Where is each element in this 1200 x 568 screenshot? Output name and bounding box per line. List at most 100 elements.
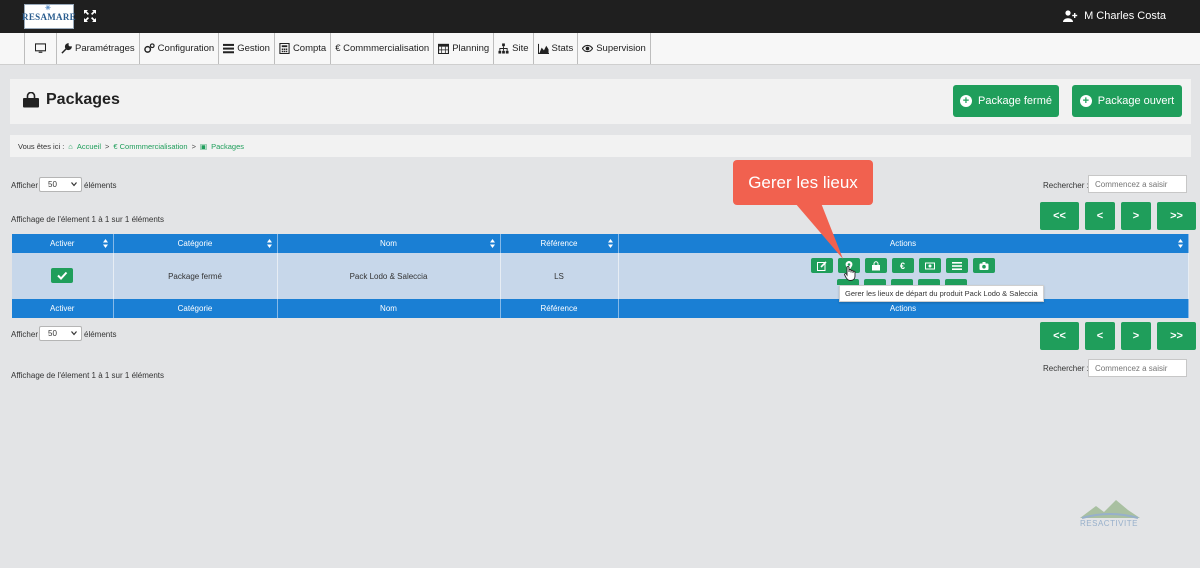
chevron-down-icon	[71, 331, 77, 336]
camera-icon	[979, 261, 988, 270]
logo-text: RESAMARE	[22, 11, 76, 22]
pricing-button[interactable]: €	[891, 258, 914, 273]
column-header-nom[interactable]: Nom	[277, 234, 501, 253]
prev-page-button[interactable]: <	[1085, 322, 1115, 350]
button-label: Package fermé	[978, 95, 1052, 107]
list-icon	[951, 261, 962, 270]
next-page-button[interactable]: >	[1121, 202, 1151, 230]
user-name: M Charles Costa	[1084, 10, 1166, 22]
menu-item-site[interactable]: Site	[494, 33, 534, 64]
breadcrumb-home[interactable]: Accueil	[77, 142, 101, 151]
column-header-actions[interactable]: Actions	[618, 234, 1189, 253]
button-label: Package ouvert	[1097, 95, 1175, 107]
page-size-select[interactable]: 50	[39, 177, 82, 192]
elements-label: éléments	[84, 181, 117, 190]
shopping-bag-icon: ▣	[199, 141, 208, 151]
column-label: Référence	[540, 239, 578, 248]
wrench-icon	[61, 43, 72, 54]
first-page-button[interactable]: <<	[1040, 322, 1079, 350]
page-title: Packages	[22, 91, 120, 109]
callout-pointer	[795, 203, 843, 259]
money-icon	[924, 262, 935, 269]
list-button[interactable]	[945, 258, 968, 273]
menu-item-parametrages[interactable]: Paramétrages	[57, 33, 140, 64]
shopping-bag-icon	[23, 92, 39, 108]
last-page-button[interactable]: >>	[1157, 202, 1196, 230]
products-button[interactable]	[864, 258, 887, 273]
last-page-button[interactable]: >>	[1157, 322, 1196, 350]
cell-activer	[12, 253, 114, 299]
user-menu[interactable]: M Charles Costa	[1063, 10, 1166, 22]
breadcrumb-prefix: Vous êtes ici :	[18, 141, 65, 151]
page-size-value: 50	[48, 329, 57, 338]
sitemap-icon	[498, 43, 509, 54]
menu-label: Gestion	[237, 43, 270, 54]
check-icon	[57, 271, 68, 280]
column-label: Catégorie	[177, 239, 213, 248]
menu-item-stats[interactable]: Stats	[534, 33, 579, 64]
calendar-icon	[438, 43, 450, 54]
calculator-icon	[279, 43, 290, 54]
breadcrumb-packages[interactable]: Packages	[211, 142, 244, 151]
column-label: Actions	[889, 239, 917, 248]
tasks-icon	[223, 43, 235, 54]
plus-circle-icon: +	[960, 95, 972, 107]
menu-item-configuration[interactable]: Configuration	[140, 33, 220, 64]
menu-label: Configuration	[157, 43, 215, 54]
menu-item-planning[interactable]: Planning	[434, 33, 495, 64]
add-package-closed-button[interactable]: + Package fermé	[953, 85, 1059, 117]
next-page-button[interactable]: >	[1121, 322, 1151, 350]
euro-icon: €	[899, 260, 905, 271]
column-footer-reference: Référence	[500, 299, 619, 318]
column-header-reference[interactable]: Référence	[500, 234, 619, 253]
plus-circle-icon: +	[1079, 95, 1092, 107]
menu-item-compta[interactable]: Compta	[275, 33, 332, 64]
breadcrumb-separator: >	[191, 141, 196, 151]
breadcrumb-separator: >	[105, 141, 110, 151]
table-info: Affichage de l'élement 1 à 1 sur 1 éléme…	[11, 215, 165, 224]
show-label: Afficher	[11, 330, 38, 339]
pagination-bottom: << < > >>	[1040, 322, 1196, 350]
monitor-icon	[35, 43, 46, 53]
search-input[interactable]	[1088, 175, 1187, 193]
search-label: Rechercher :	[1043, 364, 1089, 373]
watermark-logo: RESACTIVITE	[1078, 498, 1142, 534]
snowflake-icon: ✳	[45, 4, 52, 12]
packages-table: Activer Catégorie Nom Référence Actions …	[12, 234, 1189, 318]
menu-label: Stats	[551, 43, 574, 54]
page-header: Packages + Package fermé + Package ouver…	[10, 79, 1191, 124]
fullscreen-icon[interactable]	[83, 9, 97, 23]
menu-label: Planning	[452, 43, 490, 54]
menu-item-commercialisation[interactable]: € Commmercialisation	[331, 33, 435, 64]
search-label: Rechercher :	[1043, 181, 1089, 190]
page-size-select-bottom[interactable]: 50	[39, 326, 82, 341]
breadcrumb: Vous êtes ici : ⌂ Accueil > € Commmercia…	[10, 135, 1191, 157]
hand-cursor-icon	[844, 266, 856, 281]
sort-icon	[1177, 239, 1183, 248]
column-header-activer[interactable]: Activer	[12, 234, 114, 253]
shopping-bag-icon	[871, 260, 880, 270]
activate-toggle-button[interactable]	[51, 267, 74, 283]
tooltip: Gerer les lieux de départ du produit Pac…	[839, 285, 1044, 302]
main-menu-bar: Paramétrages Configuration Gestion Compt…	[0, 33, 1200, 65]
add-package-open-button[interactable]: + Package ouvert	[1072, 85, 1182, 117]
menu-item-supervision[interactable]: Supervision	[578, 33, 651, 64]
column-footer-activer: Activer	[12, 299, 114, 318]
eye-icon	[582, 44, 594, 53]
main-menu: Paramétrages Configuration Gestion Compt…	[24, 33, 651, 64]
elements-label: éléments	[84, 330, 117, 339]
menu-item-gestion[interactable]: Gestion	[219, 33, 275, 64]
resamare-logo[interactable]: ✳ RESAMARE	[22, 4, 76, 29]
menu-label: € Commmercialisation	[335, 43, 430, 54]
payment-button[interactable]	[918, 258, 941, 273]
prev-page-button[interactable]: <	[1085, 202, 1115, 230]
search-input-bottom[interactable]	[1088, 359, 1187, 377]
column-header-categorie[interactable]: Catégorie	[113, 234, 278, 253]
column-footer-categorie: Catégorie	[113, 299, 278, 318]
breadcrumb-commercialisation[interactable]: € Commmercialisation	[113, 142, 187, 151]
photos-button[interactable]	[972, 258, 995, 273]
menu-item-dashboard[interactable]	[25, 33, 57, 64]
sort-icon	[607, 239, 613, 248]
menu-label: Compta	[292, 43, 327, 54]
first-page-button[interactable]: <<	[1040, 202, 1079, 230]
